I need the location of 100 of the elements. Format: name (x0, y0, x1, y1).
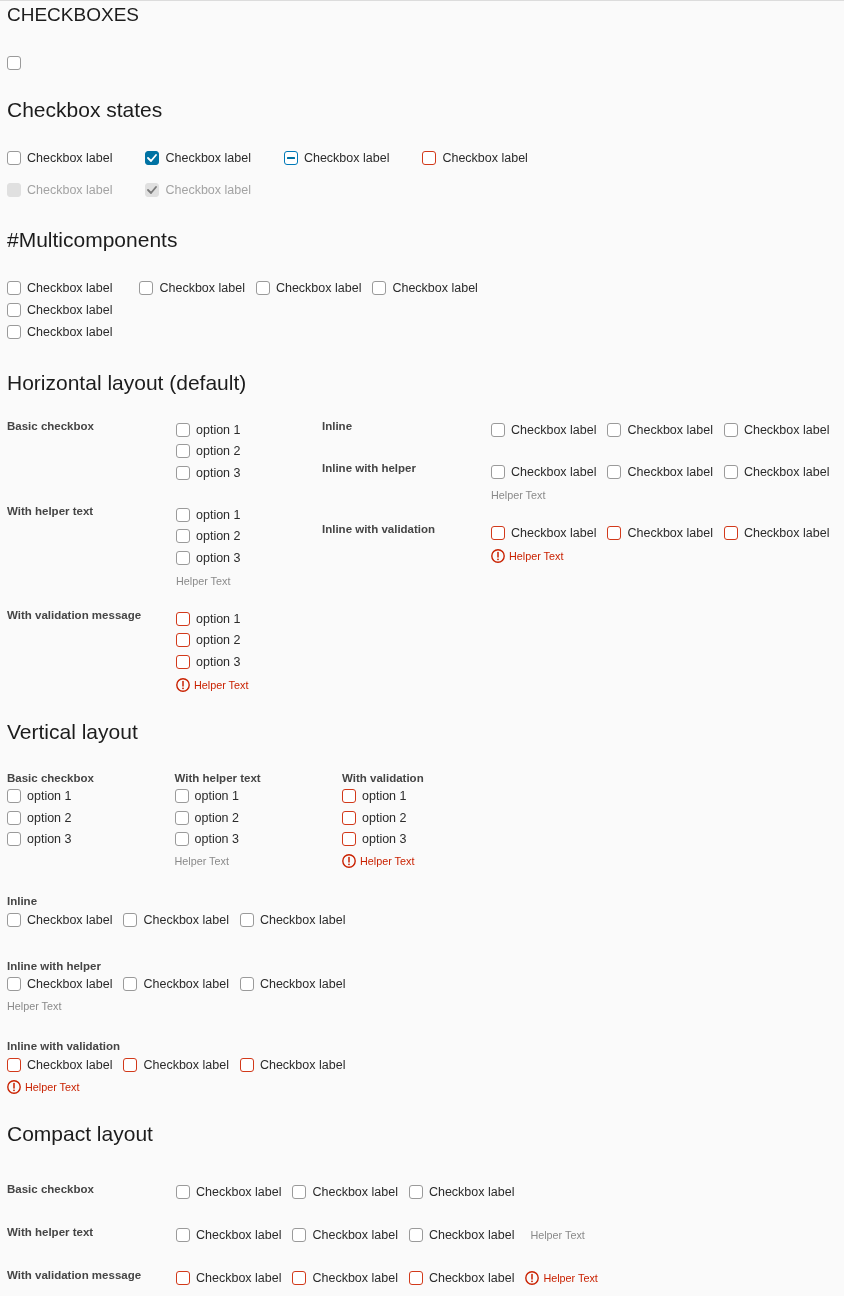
checkbox[interactable] (723, 525, 738, 540)
checkbox[interactable] (7, 325, 21, 339)
checkbox[interactable] (176, 1185, 190, 1200)
checkbox[interactable] (174, 832, 189, 847)
checkbox[interactable] (176, 633, 190, 648)
checkbox[interactable] (176, 529, 190, 544)
checkbox[interactable] (239, 977, 254, 992)
checkbox-label[interactable]: Checkbox label (312, 1228, 398, 1243)
checkbox-label[interactable]: Checkbox label (627, 464, 713, 479)
checkbox-label[interactable]: option 1 (194, 789, 239, 804)
checkbox[interactable] (342, 789, 356, 804)
checkbox[interactable] (292, 1228, 307, 1243)
checkbox[interactable] (7, 1057, 21, 1072)
checkbox-label[interactable]: Checkbox label (428, 1271, 515, 1286)
checkbox-label[interactable]: option 3 (196, 465, 241, 480)
checkbox[interactable] (723, 464, 738, 479)
checkbox[interactable] (491, 525, 505, 540)
checkbox-label[interactable]: option 1 (362, 789, 407, 804)
checkbox-label[interactable]: option 3 (196, 654, 241, 669)
checkbox-label[interactable]: option 2 (27, 810, 72, 825)
checkbox-label[interactable]: option 1 (196, 422, 241, 437)
checkbox-label[interactable]: Checkbox label (27, 325, 113, 339)
checkbox[interactable] (123, 912, 138, 927)
checkbox-label[interactable]: Checkbox label (159, 281, 245, 295)
checkbox[interactable] (176, 422, 190, 437)
checkbox-label[interactable]: option 2 (362, 810, 407, 825)
checkbox-label[interactable]: Checkbox label (27, 912, 113, 927)
checkbox-label[interactable]: Checkbox label (743, 525, 830, 540)
checkbox[interactable] (292, 1271, 307, 1286)
checkbox[interactable] (174, 810, 189, 825)
checkbox[interactable] (239, 1057, 254, 1072)
checkbox[interactable] (7, 912, 21, 927)
checkbox[interactable] (491, 422, 505, 437)
checkbox-label[interactable]: option 3 (362, 832, 407, 847)
checkbox-label[interactable]: Checkbox label (312, 1185, 398, 1200)
checkbox[interactable] (408, 1185, 423, 1200)
checkbox[interactable] (255, 281, 270, 295)
checkbox[interactable] (123, 977, 138, 992)
checkbox-label[interactable]: option 2 (196, 444, 241, 459)
checkbox-label[interactable]: Checkbox label (259, 1057, 346, 1072)
checkbox[interactable] (491, 464, 505, 479)
checkbox[interactable] (176, 465, 190, 480)
checkbox[interactable] (7, 789, 21, 804)
checkbox-label[interactable]: Checkbox label (312, 1271, 398, 1286)
checkbox-label[interactable]: Checkbox label (511, 422, 597, 437)
checkbox-label[interactable]: Checkbox label (392, 281, 478, 295)
checkbox[interactable] (342, 832, 356, 847)
checkbox-label[interactable]: Checkbox label (259, 977, 346, 992)
checkbox[interactable] (372, 281, 387, 295)
checkbox[interactable] (7, 977, 21, 992)
checkbox-label[interactable]: Checkbox label (743, 464, 830, 479)
checkbox-label[interactable]: option 2 (196, 633, 241, 648)
checkbox[interactable] (342, 810, 356, 825)
checkbox[interactable] (174, 789, 189, 804)
checkbox[interactable] (422, 151, 437, 165)
checkbox[interactable] (7, 151, 21, 165)
checkbox[interactable] (176, 550, 190, 565)
checkbox-label[interactable]: option 1 (196, 507, 241, 522)
checkbox[interactable] (408, 1228, 423, 1243)
checkbox-label[interactable]: Checkbox label (303, 151, 390, 165)
checkbox-label[interactable]: Checkbox label (275, 281, 362, 295)
checkbox[interactable] (145, 151, 160, 165)
checkbox[interactable] (176, 507, 190, 522)
checkbox[interactable] (139, 281, 154, 295)
checkbox[interactable] (7, 810, 21, 825)
checkbox-label[interactable]: Checkbox label (743, 422, 830, 437)
checkbox-label[interactable]: Checkbox label (627, 525, 713, 540)
checkbox-label[interactable]: Checkbox label (442, 151, 528, 165)
checkbox[interactable] (239, 912, 254, 927)
checkbox-label[interactable]: Checkbox label (27, 977, 113, 992)
checkbox-label[interactable]: Checkbox label (627, 422, 713, 437)
checkbox-label[interactable]: option 2 (196, 529, 241, 544)
checkbox-label[interactable]: Checkbox label (196, 1271, 282, 1286)
checkbox[interactable] (176, 654, 190, 669)
checkbox[interactable] (123, 1057, 138, 1072)
checkbox[interactable] (176, 1228, 190, 1243)
checkbox[interactable] (7, 832, 21, 847)
checkbox-label[interactable]: Checkbox label (27, 151, 113, 165)
checkbox-label[interactable]: option 3 (196, 550, 241, 565)
checkbox[interactable] (723, 422, 738, 437)
checkbox-label[interactable]: Checkbox label (511, 464, 597, 479)
checkbox-label[interactable]: option 3 (194, 832, 239, 847)
checkbox-label[interactable]: option 2 (194, 810, 239, 825)
checkbox-label[interactable]: Checkbox label (259, 912, 346, 927)
checkbox[interactable] (176, 1271, 190, 1286)
checkbox[interactable] (607, 464, 622, 479)
checkbox[interactable] (292, 1185, 307, 1200)
checkbox[interactable] (7, 56, 21, 70)
checkbox-label[interactable]: Checkbox label (428, 1185, 515, 1200)
checkbox-label[interactable]: Checkbox label (196, 1185, 282, 1200)
checkbox-label[interactable]: option 3 (27, 832, 72, 847)
checkbox-label[interactable]: Checkbox label (27, 1057, 113, 1072)
checkbox-label[interactable]: Checkbox label (27, 281, 113, 295)
checkbox-label[interactable]: Checkbox label (165, 151, 251, 165)
checkbox[interactable] (607, 422, 622, 437)
checkbox-label[interactable]: Checkbox label (27, 303, 113, 317)
checkbox[interactable] (7, 281, 21, 295)
checkbox-label[interactable]: option 1 (196, 611, 241, 626)
checkbox[interactable] (176, 611, 190, 626)
checkbox-label[interactable]: Checkbox label (143, 977, 229, 992)
